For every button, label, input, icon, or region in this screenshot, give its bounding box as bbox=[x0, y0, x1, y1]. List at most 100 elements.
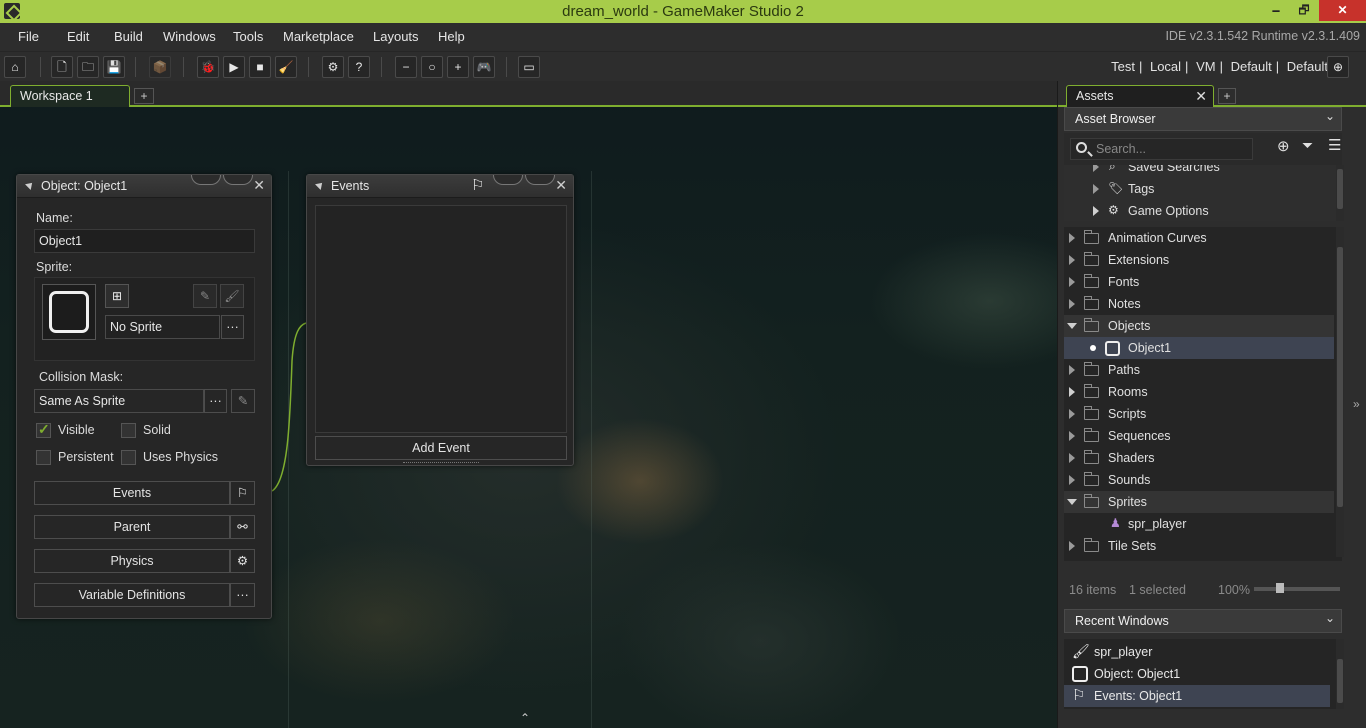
recent-windows-dropdown[interactable]: Recent Windows ⌄ bbox=[1064, 609, 1342, 633]
target-icon[interactable]: ⊕ bbox=[1327, 56, 1349, 78]
tree-folder-sprites[interactable]: Sprites bbox=[1064, 491, 1334, 513]
gear-icon[interactable]: ⚙ bbox=[230, 549, 255, 573]
tree-folder-objects[interactable]: Objects bbox=[1064, 315, 1334, 337]
tree-folder-rooms[interactable]: Rooms bbox=[1064, 381, 1334, 403]
tree-folder-shaders[interactable]: Shaders bbox=[1064, 447, 1334, 469]
preferences-icon[interactable]: ⚙ bbox=[322, 56, 344, 78]
target-device[interactable]: Default bbox=[1287, 59, 1328, 74]
brush-icon[interactable]: 🖌 bbox=[220, 284, 244, 308]
scrollbar[interactable] bbox=[1336, 227, 1344, 557]
stop-icon[interactable]: ■ bbox=[249, 56, 271, 78]
object-name-field[interactable]: Object1 bbox=[34, 229, 255, 253]
expand-icon[interactable] bbox=[1093, 206, 1099, 216]
object-panel-header[interactable]: Object: Object1 ✕ bbox=[17, 175, 271, 198]
uses-physics-checkbox[interactable] bbox=[121, 450, 136, 465]
collision-more-button[interactable]: ··· bbox=[204, 389, 227, 413]
close-icon[interactable]: ✕ bbox=[555, 177, 567, 194]
persistent-checkbox[interactable] bbox=[36, 450, 51, 465]
expand-icon[interactable] bbox=[1069, 541, 1075, 551]
tab-workspace-1[interactable]: Workspace 1 bbox=[10, 85, 130, 107]
expand-icon[interactable] bbox=[1069, 475, 1075, 485]
close-icon[interactable]: ✕ bbox=[1195, 88, 1207, 105]
menu-windows[interactable]: Windows bbox=[163, 29, 216, 44]
expand-icon[interactable] bbox=[1093, 165, 1099, 172]
recent-window-item[interactable]: Object: Object1 bbox=[1064, 663, 1330, 685]
expand-icon[interactable] bbox=[1069, 233, 1075, 243]
solid-checkbox[interactable] bbox=[121, 423, 136, 438]
tree-folder-notes[interactable]: Notes bbox=[1064, 293, 1334, 315]
open-project-icon[interactable]: 🗀 bbox=[77, 56, 99, 78]
tree-item-spr-player[interactable]: ♟ spr_player bbox=[1064, 513, 1334, 535]
menu-marketplace[interactable]: Marketplace bbox=[283, 29, 354, 44]
fullscreen-icon[interactable]: ▭ bbox=[518, 56, 540, 78]
sprite-more-button[interactable]: ··· bbox=[221, 315, 244, 339]
target-local[interactable]: Local bbox=[1150, 59, 1181, 74]
expand-icon[interactable] bbox=[1069, 409, 1075, 419]
run-icon[interactable]: ▶ bbox=[223, 56, 245, 78]
restore-button[interactable]: 🗗 bbox=[1290, 0, 1318, 21]
zoom-reset-icon[interactable]: ○ bbox=[421, 56, 443, 78]
flag-icon[interactable]: ⚐ bbox=[230, 481, 255, 505]
close-icon[interactable]: ✕ bbox=[253, 177, 265, 194]
tree-item-object1[interactable]: Object1 bbox=[1064, 337, 1334, 359]
physics-button[interactable]: Physics bbox=[34, 549, 230, 573]
tree-folder-sounds[interactable]: Sounds bbox=[1064, 469, 1334, 491]
tree-folder-fonts[interactable]: Fonts bbox=[1064, 271, 1334, 293]
tree-folder-paths[interactable]: Paths bbox=[1064, 359, 1334, 381]
save-project-icon[interactable]: 💾 bbox=[103, 56, 125, 78]
zoom-slider[interactable] bbox=[1254, 583, 1340, 593]
collision-mask-select[interactable]: Same As Sprite bbox=[34, 389, 204, 413]
expand-icon[interactable] bbox=[1069, 255, 1075, 265]
expand-bottom-icon[interactable]: ⌃ bbox=[520, 711, 530, 725]
target-vm[interactable]: VM bbox=[1196, 59, 1216, 74]
create-executable-icon[interactable]: 📦 bbox=[149, 56, 171, 78]
expand-icon[interactable] bbox=[1069, 277, 1075, 287]
collapse-dock-icon[interactable]: » bbox=[1353, 397, 1360, 411]
menu-layouts[interactable]: Layouts bbox=[373, 29, 419, 44]
menu-help[interactable]: Help bbox=[438, 29, 465, 44]
zoom-in-icon[interactable]: + bbox=[447, 56, 469, 78]
help-icon[interactable]: ? bbox=[348, 56, 370, 78]
events-list[interactable] bbox=[315, 205, 567, 433]
events-panel-header[interactable]: Events ⚐ ✕ bbox=[307, 175, 573, 198]
tree-folder-scripts[interactable]: Scripts bbox=[1064, 403, 1334, 425]
tree-folder-tile-sets[interactable]: Tile Sets bbox=[1064, 535, 1334, 557]
events-button[interactable]: Events bbox=[34, 481, 230, 505]
tab-assets[interactable]: Assets ✕ bbox=[1066, 85, 1214, 107]
list-item[interactable]: 🏷 Tags bbox=[1064, 178, 1334, 200]
resize-grip[interactable] bbox=[403, 462, 479, 465]
tree-folder-extensions[interactable]: Extensions bbox=[1064, 249, 1334, 271]
visible-checkbox[interactable] bbox=[36, 421, 51, 438]
filter-icon[interactable]: ⏷ bbox=[1302, 137, 1313, 154]
parent-hierarchy-icon[interactable]: ⚯ bbox=[230, 515, 255, 539]
collapse-icon[interactable] bbox=[25, 180, 35, 190]
collapse-icon[interactable] bbox=[1067, 499, 1077, 505]
menu-build[interactable]: Build bbox=[114, 29, 143, 44]
target-test[interactable]: Test bbox=[1111, 59, 1135, 74]
variable-definitions-button[interactable]: Variable Definitions bbox=[34, 583, 230, 607]
scrollbar-thumb[interactable] bbox=[1337, 169, 1343, 209]
edit-mask-icon[interactable]: ✎ bbox=[231, 389, 255, 413]
sprite-preview[interactable] bbox=[42, 284, 96, 340]
add-workspace-button[interactable]: + bbox=[134, 88, 154, 104]
game-options-icon[interactable]: 🎮 bbox=[473, 56, 495, 78]
expand-icon[interactable] bbox=[1069, 365, 1075, 375]
new-project-icon[interactable]: 🗋 bbox=[51, 56, 73, 78]
expand-icon[interactable] bbox=[1069, 387, 1075, 397]
workspace-canvas[interactable]: Workspace 1 + Object: Object1 ✕ Name: Ob… bbox=[0, 81, 1057, 728]
tree-folder-sequences[interactable]: Sequences bbox=[1064, 425, 1334, 447]
collapse-icon[interactable] bbox=[1067, 323, 1077, 329]
debug-icon[interactable]: 🐞 bbox=[197, 56, 219, 78]
scrollbar-thumb[interactable] bbox=[1337, 247, 1343, 507]
minimize-button[interactable]: 🗕 bbox=[1262, 0, 1290, 21]
add-event-button[interactable]: Add Event bbox=[315, 436, 567, 460]
scrollbar-thumb[interactable] bbox=[1337, 659, 1343, 703]
menu-icon[interactable]: ☰ bbox=[1328, 136, 1341, 154]
add-asset-icon[interactable]: ⊕ bbox=[1277, 137, 1290, 155]
add-dock-tab-button[interactable]: + bbox=[1218, 88, 1236, 104]
scrollbar[interactable] bbox=[1336, 165, 1344, 221]
recent-window-item[interactable]: ⚐ Events: Object1 bbox=[1064, 685, 1330, 707]
zoom-out-icon[interactable]: − bbox=[395, 56, 417, 78]
recent-window-item[interactable]: 🖌 spr_player bbox=[1064, 641, 1330, 663]
scrollbar[interactable] bbox=[1336, 639, 1344, 709]
